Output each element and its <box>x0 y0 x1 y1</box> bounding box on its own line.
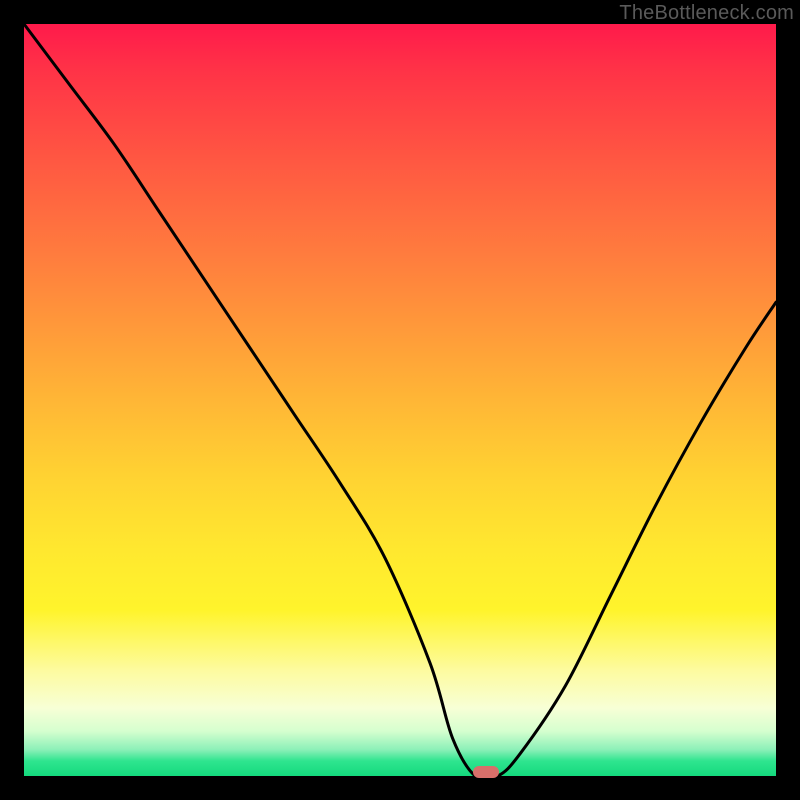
chart-curve-svg <box>24 24 776 776</box>
optimal-marker <box>473 766 499 778</box>
chart-frame <box>24 24 776 776</box>
watermark-text: TheBottleneck.com <box>619 2 794 25</box>
bottleneck-curve-path <box>24 24 776 780</box>
